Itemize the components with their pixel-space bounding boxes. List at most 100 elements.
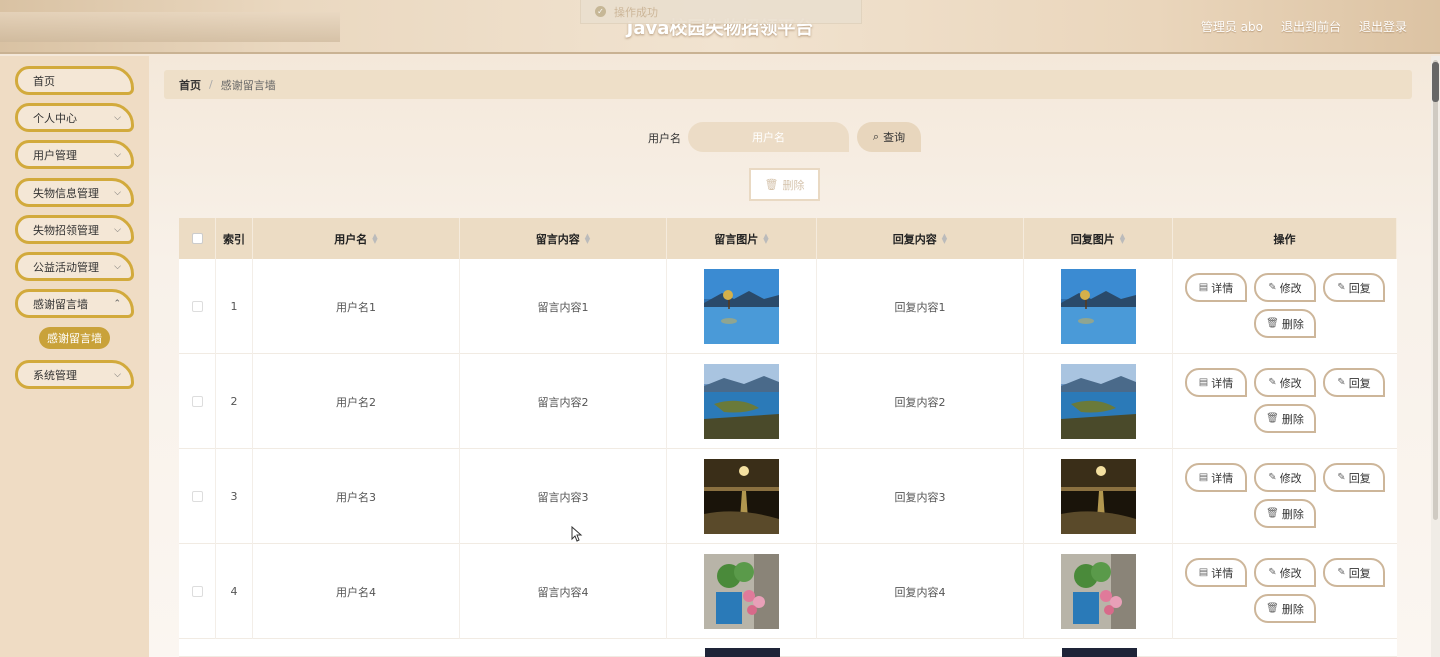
sidebar-item-charity[interactable]: 公益活动管理 ⌵	[15, 252, 134, 281]
column-header-reply[interactable]: 回复内容 ▲ ▼	[817, 218, 1024, 259]
column-header-reply-image[interactable]: 回复图片 ▲ ▼	[1024, 218, 1173, 259]
sort-icon[interactable]: ▲ ▼	[1120, 232, 1125, 244]
delete-label: 删除	[1281, 317, 1304, 331]
reply-button[interactable]: ✎ 回复	[1323, 558, 1385, 587]
column-header-label: 回复图片	[1070, 232, 1115, 246]
table-row: 1 用户名1 留言内容1 回复内容1 ▤ 详情 ✎ 修改 ✎ 回复 🗑 删除	[179, 259, 1397, 354]
message-image-cell	[667, 354, 817, 449]
row-select-cell	[179, 354, 216, 449]
reply-button[interactable]: ✎ 回复	[1323, 273, 1385, 302]
lake-peninsula-image[interactable]	[704, 364, 779, 439]
edit-label: 修改	[1279, 376, 1302, 390]
pencil-icon: ✎	[1337, 472, 1346, 483]
sidebar-item-label: 公益活动管理	[33, 260, 99, 274]
sidebar-item-label: 失物信息管理	[33, 186, 99, 200]
trash-icon: 🗑	[764, 178, 779, 191]
page-scrollbar[interactable]	[1431, 56, 1440, 657]
logout-link[interactable]: 退出登录	[1359, 18, 1407, 35]
row-checkbox[interactable]	[191, 396, 203, 407]
username-cell: 用户名2	[253, 354, 460, 449]
sidebar-item-user-management[interactable]: 用户管理 ⌵	[15, 140, 134, 169]
row-checkbox[interactable]	[191, 491, 203, 502]
document-icon: ▤	[1198, 567, 1209, 578]
back-to-front-link[interactable]: 退出到前台	[1281, 18, 1341, 35]
sidebar-item-lost-info[interactable]: 失物信息管理 ⌵	[15, 178, 134, 207]
pencil-icon: ✎	[1337, 282, 1346, 293]
edit-label: 修改	[1279, 471, 1302, 485]
table-row: 4 用户名4 留言内容4 回复内容4 ▤ 详情 ✎ 修改 ✎ 回复 🗑 删除	[179, 544, 1397, 639]
column-header-actions: 操作	[1173, 218, 1397, 259]
batch-delete-button[interactable]: 🗑 删除	[749, 168, 820, 201]
detail-button[interactable]: ▤ 详情	[1185, 558, 1247, 587]
reply-label: 回复	[1348, 471, 1371, 485]
reply-button[interactable]: ✎ 回复	[1323, 368, 1385, 397]
reply-label: 回复	[1348, 376, 1371, 390]
pencil-icon: ✎	[1337, 567, 1346, 578]
sidebar-item-label: 失物招领管理	[33, 223, 99, 237]
sort-icon[interactable]: ▲ ▼	[372, 232, 377, 244]
chevron-down-icon: ⌵	[114, 262, 121, 272]
toast-message: 操作成功	[614, 5, 658, 19]
reply-button[interactable]: ✎ 回复	[1323, 463, 1385, 492]
select-all-checkbox[interactable]	[191, 233, 203, 244]
table-row: 3 用户名3 留言内容3 回复内容3 ▤ 详情 ✎ 修改 ✎ 回复 🗑 删除	[179, 449, 1397, 544]
column-header-username[interactable]: 用户名 ▲ ▼	[253, 218, 460, 259]
breadcrumb-home[interactable]: 首页	[179, 77, 201, 93]
delete-button[interactable]: 🗑 删除	[1254, 594, 1316, 623]
edit-button[interactable]: ✎ 修改	[1254, 463, 1316, 492]
detail-button[interactable]: ▤ 详情	[1185, 463, 1247, 492]
reply-label: 回复	[1348, 566, 1371, 580]
delete-label: 删除	[1281, 602, 1304, 616]
row-checkbox[interactable]	[191, 301, 203, 312]
flower-pot-image[interactable]	[1060, 554, 1136, 629]
sidebar-item-personal-center[interactable]: 个人中心 ⌵	[15, 103, 134, 132]
trash-icon: 🗑	[1266, 318, 1279, 329]
lake-peninsula-image[interactable]	[1060, 364, 1136, 439]
sidebar-item-system[interactable]: 系统管理 ⌵	[15, 360, 134, 389]
message-image-cell	[667, 544, 817, 639]
column-header-label: 操作	[1273, 232, 1296, 246]
image-thumbnail-partial	[705, 648, 780, 657]
column-header-message-image[interactable]: 留言图片 ▲ ▼	[667, 218, 817, 259]
sidebar-item-label: 用户管理	[33, 148, 77, 162]
detail-label: 详情	[1211, 281, 1234, 295]
sidebar-subitem-thanks-wall[interactable]: 感谢留言墙	[39, 327, 110, 349]
sunset-beach-image[interactable]	[1060, 459, 1136, 534]
row-checkbox[interactable]	[191, 586, 203, 597]
header-actions: 管理员 abo 退出到前台 退出登录	[1201, 18, 1407, 35]
scrollbar-thumb[interactable]	[1433, 60, 1438, 520]
sidebar-item-home[interactable]: 首页	[15, 66, 134, 95]
reply-cell: 回复内容2	[817, 354, 1024, 449]
flower-pot-image[interactable]	[704, 554, 779, 629]
sort-icon[interactable]: ▲ ▼	[763, 232, 768, 244]
delete-button[interactable]: 🗑 删除	[1254, 499, 1316, 528]
lake-tree-image[interactable]	[1060, 269, 1136, 344]
sidebar-item-lost-found[interactable]: 失物招领管理 ⌵	[15, 215, 134, 244]
breadcrumb-separator: /	[209, 78, 213, 91]
batch-delete-label: 删除	[782, 178, 805, 192]
message-image-cell	[667, 449, 817, 544]
column-header-message[interactable]: 留言内容 ▲ ▼	[460, 218, 667, 259]
edit-button[interactable]: ✎ 修改	[1254, 368, 1316, 397]
delete-button[interactable]: 🗑 删除	[1254, 404, 1316, 433]
username-search-input[interactable]	[688, 122, 849, 152]
scrollbar-handle[interactable]	[1432, 62, 1439, 102]
sort-icon[interactable]: ▲ ▼	[942, 232, 947, 244]
detail-button[interactable]: ▤ 详情	[1185, 368, 1247, 397]
table-header: 索引 用户名 ▲ ▼ 留言内容 ▲ ▼ 留言图片 ▲ ▼ 回复内容 ▲ ▼ 回复图片 ▲ ▼ 操作	[179, 218, 1397, 259]
edit-button[interactable]: ✎ 修改	[1254, 558, 1316, 587]
detail-label: 详情	[1211, 376, 1234, 390]
detail-button[interactable]: ▤ 详情	[1185, 273, 1247, 302]
reply-cell: 回复内容3	[817, 449, 1024, 544]
search-button[interactable]: ⌕ 查询	[857, 122, 921, 152]
column-header-label: 用户名	[334, 232, 368, 246]
sidebar-item-label: 感谢留言墙	[33, 297, 88, 311]
chevron-down-icon: ⌵	[114, 188, 121, 198]
sidebar-item-thanks-wall[interactable]: 感谢留言墙 ⌃	[15, 289, 134, 318]
sort-icon[interactable]: ▲ ▼	[585, 232, 590, 244]
delete-button[interactable]: 🗑 删除	[1254, 309, 1316, 338]
edit-button[interactable]: ✎ 修改	[1254, 273, 1316, 302]
lake-tree-image[interactable]	[704, 269, 779, 344]
sunset-beach-image[interactable]	[704, 459, 779, 534]
message-cell: 留言内容1	[460, 259, 667, 354]
